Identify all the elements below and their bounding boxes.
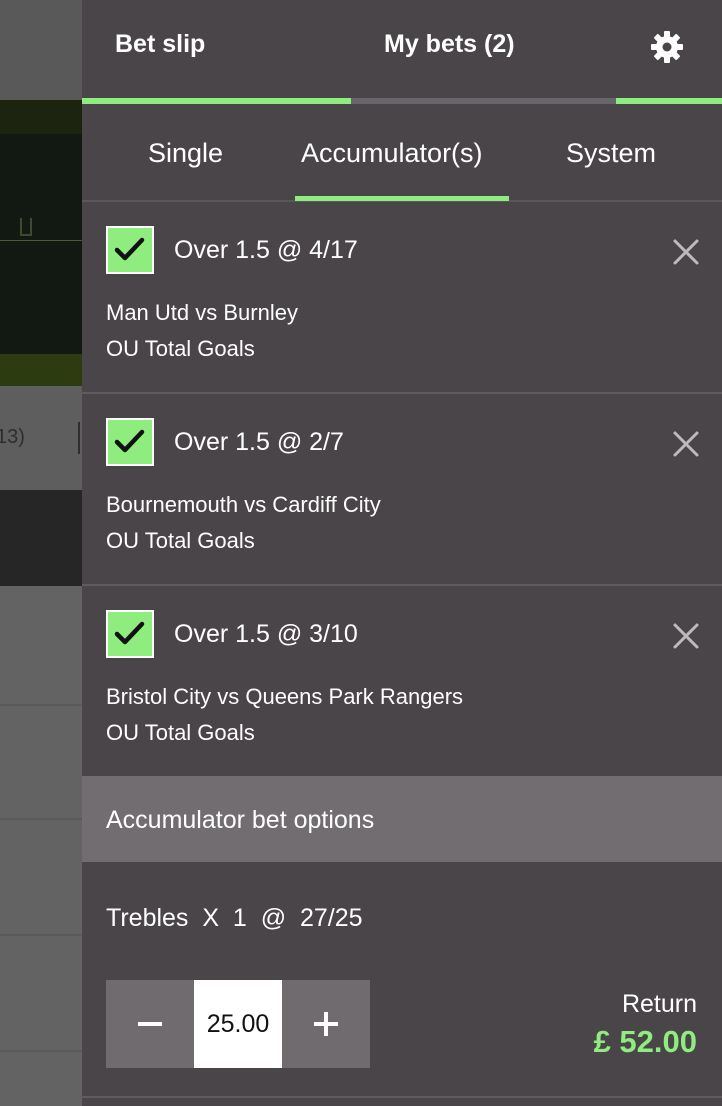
stake-input[interactable]: 25.00 xyxy=(194,980,282,1068)
background-score-text: 13) xyxy=(0,426,25,448)
tab-my-bets[interactable]: My bets (2) xyxy=(384,30,515,59)
tab-system[interactable]: System xyxy=(566,138,656,169)
close-icon[interactable] xyxy=(670,620,702,652)
selection-match: Man Utd vs Burnley xyxy=(106,300,298,325)
checkmark-icon xyxy=(114,621,145,645)
selection-title: Over 1.5 @ 4/17 xyxy=(174,236,358,264)
selection-checkbox[interactable] xyxy=(106,226,154,274)
accumulator-options-header[interactable]: Accumulator bet options xyxy=(82,776,722,862)
accumulator-options-label: Accumulator bet options xyxy=(106,806,375,834)
background-video xyxy=(0,100,82,386)
selection-checkbox[interactable] xyxy=(106,610,154,658)
selection-item: Over 1.5 @ 4/17 Man Utd vs Burnley OU To… xyxy=(82,202,722,394)
bet-slip-panel: Bet slip My bets (2) Single Accumulator(… xyxy=(82,0,722,1106)
close-icon[interactable] xyxy=(670,236,702,268)
tab-single[interactable]: Single xyxy=(148,138,223,169)
active-tab-indicator xyxy=(295,196,509,201)
selection-market: OU Total Goals xyxy=(106,528,255,553)
close-icon[interactable] xyxy=(670,428,702,460)
selection-item: Over 1.5 @ 3/10 Bristol City vs Queens P… xyxy=(82,586,722,778)
bet-line: Trebles X 1 @ 27/25 xyxy=(106,904,363,932)
increase-stake-button[interactable] xyxy=(282,980,370,1068)
decrease-stake-button[interactable] xyxy=(106,980,194,1068)
selection-market: OU Total Goals xyxy=(106,720,255,745)
selection-title: Over 1.5 @ 2/7 xyxy=(174,428,344,456)
background-divider xyxy=(78,422,80,454)
checkmark-icon xyxy=(114,429,145,453)
minus-icon xyxy=(138,1022,162,1026)
tab-accumulators[interactable]: Accumulator(s) xyxy=(301,138,483,169)
selection-title: Over 1.5 @ 3/10 xyxy=(174,620,358,648)
bet-type-tabs: Single Accumulator(s) System xyxy=(82,104,722,202)
return-label: Return xyxy=(621,990,697,1018)
gear-icon[interactable] xyxy=(650,30,684,64)
background-list xyxy=(0,586,82,1106)
checkmark-icon xyxy=(114,237,145,261)
stake-stepper: 25.00 xyxy=(106,980,370,1068)
selection-match: Bournemouth vs Cardiff City xyxy=(106,492,381,517)
bet-slip-header: Bet slip My bets (2) xyxy=(82,0,722,104)
tab-bet-slip[interactable]: Bet slip xyxy=(115,30,205,59)
return-value: £ 52.00 xyxy=(593,1024,697,1059)
selection-item: Over 1.5 @ 2/7 Bournemouth vs Cardiff Ci… xyxy=(82,394,722,586)
selection-match: Bristol City vs Queens Park Rangers xyxy=(106,684,464,709)
selection-market: OU Total Goals xyxy=(106,336,255,361)
selection-checkbox[interactable] xyxy=(106,418,154,466)
divider xyxy=(82,1096,722,1098)
background-header xyxy=(0,0,82,100)
background-page: 13) xyxy=(0,0,82,1106)
